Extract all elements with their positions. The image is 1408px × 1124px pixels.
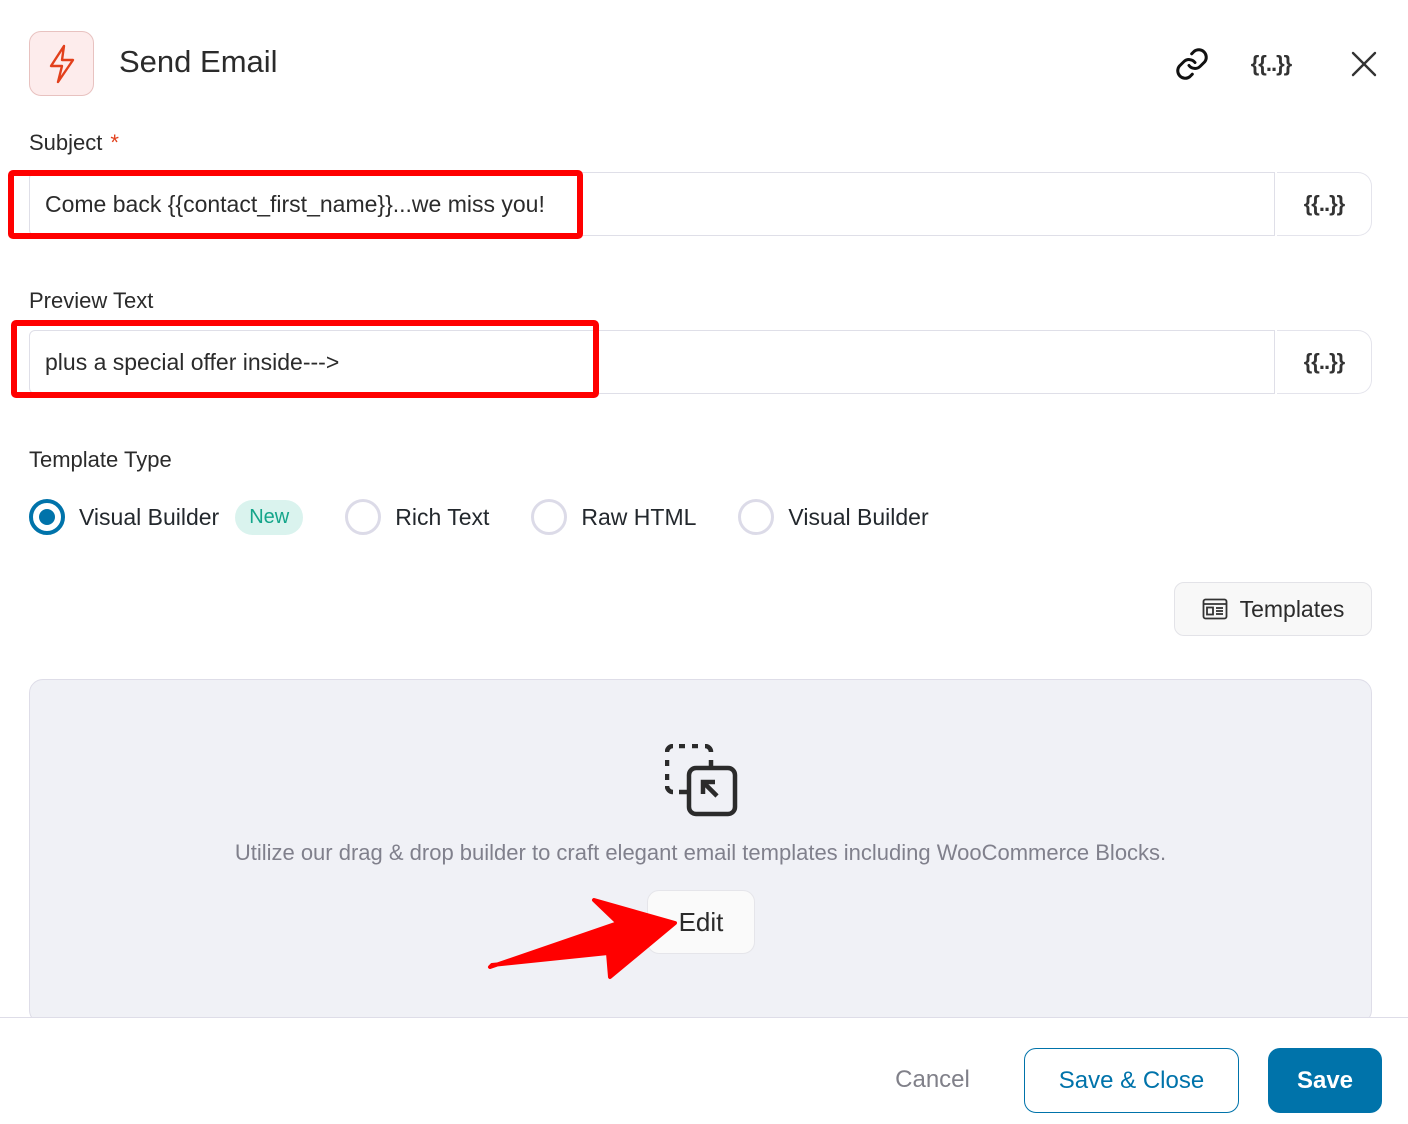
drag-drop-icon [665,744,738,817]
subject-row: {{..}} [29,172,1372,236]
preview-text-label: Preview Text [29,288,154,313]
radio-visual-builder-new[interactable]: Visual Builder New [29,499,304,535]
radio-rich-text[interactable]: Rich Text [345,499,489,535]
template-type-radio-group: Visual Builder New Rich Text Raw HTML Vi… [29,497,973,537]
merge-tags-button[interactable]: {{..}} [1246,44,1296,84]
edit-button[interactable]: Edit [647,890,755,954]
modal-header: Send Email {{..}} [0,0,1408,126]
link-button[interactable] [1170,44,1214,84]
template-type-label: Template Type [29,447,172,472]
close-button[interactable] [1344,44,1384,84]
required-asterisk: * [110,130,119,155]
radio-label: Visual Builder [788,503,929,530]
radio-button[interactable] [738,499,775,535]
builder-description: Utilize our drag & drop builder to craft… [234,840,1167,865]
visual-builder-panel: Utilize our drag & drop builder to craft… [29,679,1372,1024]
radio-label: Rich Text [395,503,490,530]
templates-button[interactable]: Templates [1174,582,1372,636]
merge-tags-icon: {{..}} [1303,349,1345,374]
merge-tags-icon: {{..}} [1250,51,1292,76]
merge-tags-icon: {{..}} [1303,191,1345,216]
new-badge: New [235,499,304,535]
save-button[interactable]: Save [1268,1048,1382,1113]
radio-button-checked[interactable] [29,499,65,535]
radio-visual-builder[interactable]: Visual Builder [738,499,929,535]
radio-button[interactable] [531,499,568,535]
subject-input[interactable] [29,172,1275,236]
subject-label: Subject * [29,130,119,156]
modal-footer: Cancel Save & Close Save [0,1018,1408,1124]
radio-button[interactable] [345,499,382,535]
save-and-close-button[interactable]: Save & Close [1024,1048,1239,1113]
edit-label: Edit [678,906,724,937]
lightning-bolt-icon [49,44,74,83]
cancel-button[interactable]: Cancel [880,1062,985,1098]
subject-label-text: Subject [29,130,103,155]
templates-label: Templates [1239,595,1345,622]
radio-label: Raw HTML [581,503,697,530]
link-icon [1176,48,1208,80]
radio-label: Visual Builder [79,503,220,530]
preview-text-row: {{..}} [29,330,1372,394]
preview-text-input[interactable] [29,330,1275,394]
page-title: Send Email [119,44,278,79]
close-icon [1351,51,1377,77]
preview-merge-tags-button[interactable]: {{..}} [1277,330,1372,394]
app-icon [29,31,94,96]
subject-merge-tags-button[interactable]: {{..}} [1277,172,1372,236]
template-layout-icon [1202,598,1227,620]
radio-raw-html[interactable]: Raw HTML [531,499,696,535]
